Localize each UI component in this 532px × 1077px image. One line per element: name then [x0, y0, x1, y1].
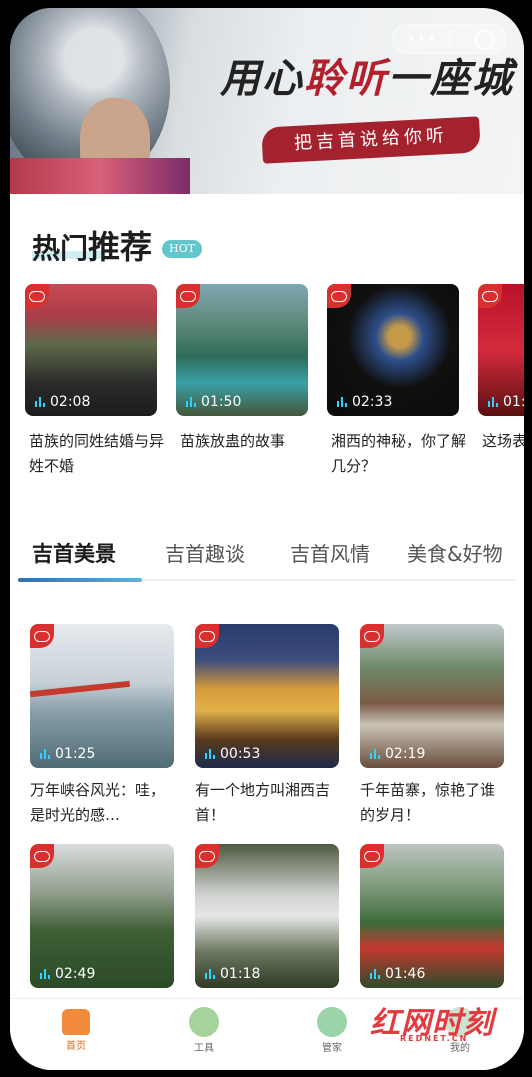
video-title[interactable]: 万年峡谷风光：哇，是时光的感… — [30, 778, 174, 828]
tab-anecdotes[interactable]: 吉首趣谈 — [165, 538, 245, 567]
video-duration: 02:49 — [40, 966, 95, 982]
video-thumbnail[interactable]: 02:19 — [360, 624, 504, 768]
compass-icon — [189, 1007, 219, 1037]
video-duration: 01:25 — [40, 746, 95, 762]
video-duration: 01:50 — [186, 394, 241, 410]
video-title[interactable]: 苗族的同姓结婚与异姓不婚 — [29, 429, 165, 479]
audio-bars-icon — [205, 749, 215, 759]
channel-logo-icon — [195, 624, 219, 648]
banner-photo-costume — [10, 158, 190, 194]
close-icon[interactable] — [475, 30, 495, 50]
video-thumbnail[interactable]: 01:46 — [360, 844, 504, 988]
channel-logo-icon — [25, 284, 49, 308]
video-title[interactable]: 湘西的神秘，你了解几分？ — [331, 429, 467, 479]
audio-bars-icon — [488, 397, 498, 407]
video-duration: 00:53 — [205, 746, 260, 762]
audio-bars-icon — [370, 749, 380, 759]
video-thumbnail[interactable]: 01:50 — [176, 284, 308, 416]
nav-tools[interactable]: 工具 — [174, 1007, 234, 1054]
channel-logo-icon — [30, 844, 54, 868]
miniprogram-capsule[interactable]: ••• — [392, 24, 506, 54]
tab-scenery[interactable]: 吉首美景 — [32, 538, 116, 568]
video-duration: 02:19 — [370, 746, 425, 762]
video-thumbnail[interactable]: 02:33 — [327, 284, 459, 416]
nav-butler[interactable]: 管家 — [302, 1007, 362, 1054]
more-icon[interactable]: ••• — [407, 31, 438, 47]
hot-section-title: 热门推荐 — [32, 228, 153, 266]
video-duration: 01:18 — [205, 966, 260, 982]
channel-logo-icon — [195, 844, 219, 868]
audio-bars-icon — [35, 397, 45, 407]
video-thumbnail[interactable]: 01: — [478, 284, 524, 416]
audio-bars-icon — [40, 749, 50, 759]
video-title[interactable]: 有一个地方叫湘西吉首！ — [195, 778, 339, 828]
audio-bars-icon — [337, 397, 347, 407]
nav-home[interactable]: 首页 — [46, 1007, 106, 1052]
video-thumbnail[interactable]: 01:25 — [30, 624, 174, 768]
watermark-logo: 红网时刻 REDNET.CN — [370, 1006, 494, 1043]
video-duration: 02:33 — [337, 394, 392, 410]
hero-banner[interactable]: 用心聆听一座城 把吉首说给你听 ••• — [10, 8, 524, 194]
video-duration: 01:46 — [370, 966, 425, 982]
video-duration: 02:08 — [35, 394, 90, 410]
banner-title: 用心聆听一座城 — [220, 55, 514, 102]
video-thumbnail[interactable]: 02:08 — [25, 284, 157, 416]
banner-subtitle: 把吉首说给你听 — [261, 116, 481, 164]
tab-indicator — [18, 578, 142, 582]
video-title[interactable]: 这场表个湘西 — [482, 429, 524, 454]
hot-badge: HOT — [162, 240, 202, 258]
video-thumbnail[interactable]: 00:53 — [195, 624, 339, 768]
audio-bars-icon — [205, 969, 215, 979]
channel-logo-icon — [176, 284, 200, 308]
smile-icon — [317, 1007, 347, 1037]
video-title[interactable]: 苗族放蛊的故事 — [180, 429, 316, 454]
channel-logo-icon — [327, 284, 351, 308]
video-duration: 01: — [488, 394, 524, 410]
tab-food[interactable]: 美食&好物 — [407, 538, 503, 567]
home-icon — [62, 1009, 90, 1035]
tab-customs[interactable]: 吉首风情 — [290, 538, 370, 567]
video-thumbnail[interactable]: 01:18 — [195, 844, 339, 988]
audio-bars-icon — [370, 969, 380, 979]
phone-screen: 用心聆听一座城 把吉首说给你听 ••• 热门推荐 HOT 02:08 苗族的同姓… — [10, 8, 524, 1070]
video-thumbnail[interactable]: 02:49 — [30, 844, 174, 988]
channel-logo-icon — [478, 284, 502, 308]
video-title[interactable]: 千年苗寨，惊艳了谁的岁月！ — [360, 778, 504, 828]
audio-bars-icon — [40, 969, 50, 979]
channel-logo-icon — [30, 624, 54, 648]
audio-bars-icon — [186, 397, 196, 407]
channel-logo-icon — [360, 624, 384, 648]
channel-logo-icon — [360, 844, 384, 868]
